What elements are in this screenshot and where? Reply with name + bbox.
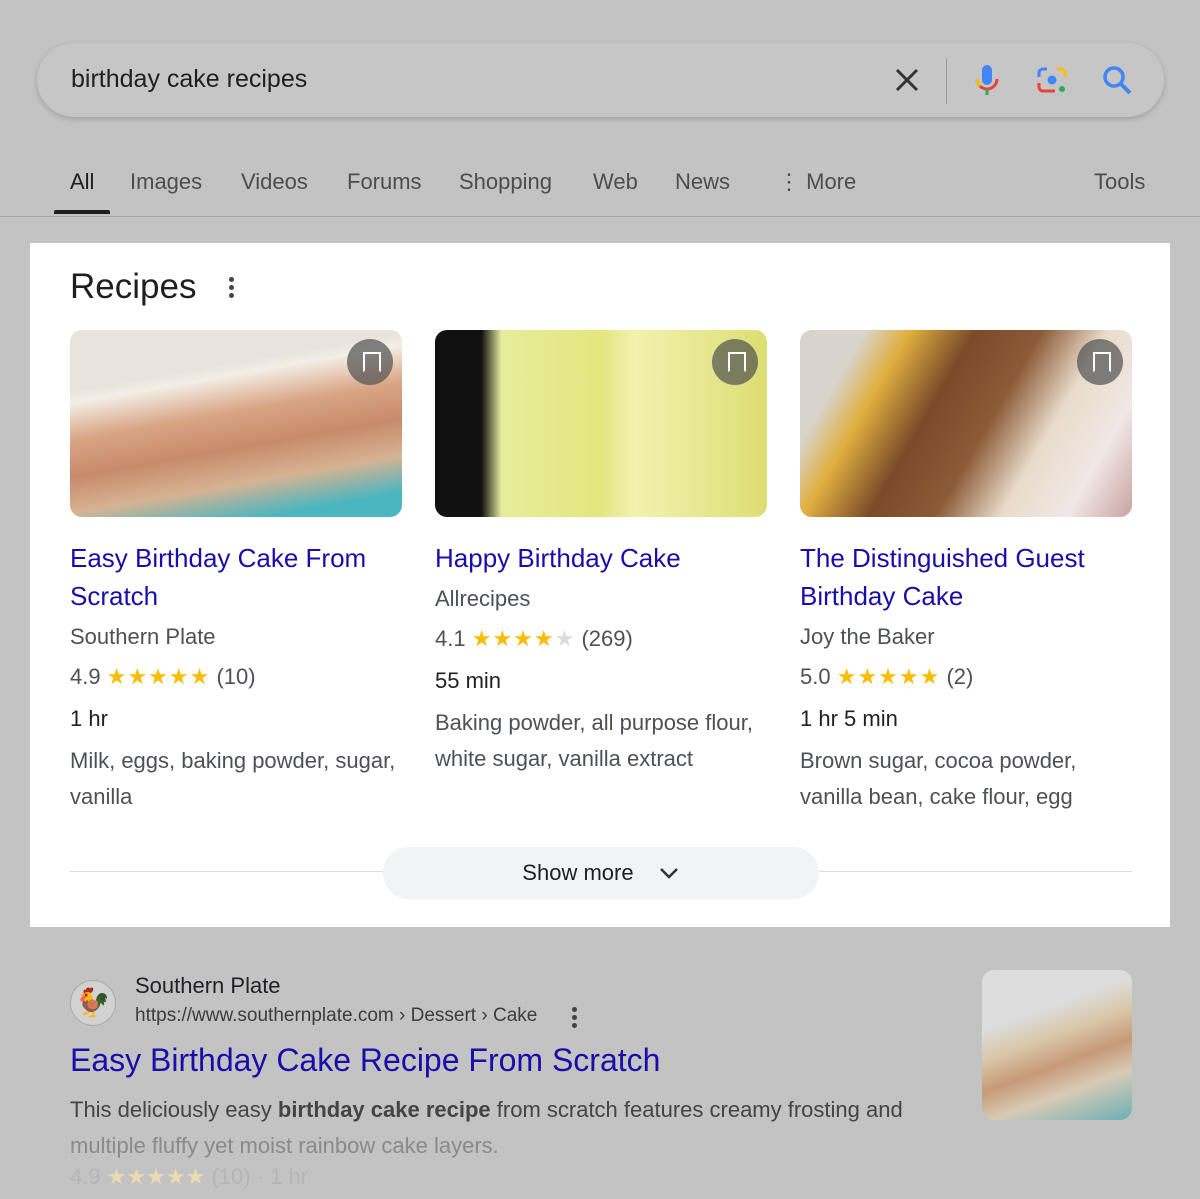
recipe-ingredients: Baking powder, all purpose flour, white … [435, 710, 753, 771]
tab-videos[interactable]: Videos [241, 169, 308, 195]
review-count: (269) [581, 626, 633, 651]
recipe-rating: 5.0 ★★★★★ (2) [800, 661, 1132, 693]
recipe-time: 1 hr 5 min [800, 706, 898, 731]
microphone-icon[interactable] [970, 63, 1004, 97]
result-thumbnail[interactable] [982, 970, 1132, 1120]
recipe-source: Southern Plate [70, 624, 216, 649]
recipe-card[interactable]: Easy Birthday Cake From Scratch Southern… [70, 330, 402, 815]
tab-news[interactable]: News [675, 169, 730, 195]
search-tabs: All Images Videos Forums Shopping Web Ne… [0, 160, 1200, 217]
review-count: (2) [946, 664, 974, 689]
star-rating-icon: ★★★★★ [836, 664, 941, 689]
recipe-card[interactable]: The Distinguished Guest Birthday Cake Jo… [800, 330, 1132, 815]
recipes-heading: Recipes [70, 267, 197, 306]
site-favicon-rooster-icon: 🐓 [70, 980, 116, 1026]
recipe-rating: 4.1 ★★★★★ (269) [435, 623, 767, 655]
chevron-down-icon [659, 868, 678, 879]
rating-value: 5.0 [800, 664, 831, 689]
recipe-source: Joy the Baker [800, 624, 935, 649]
review-count: (10) [216, 664, 256, 689]
bookmark-icon[interactable] [712, 339, 758, 385]
result-title[interactable]: Easy Birthday Cake Recipe From Scratch [70, 1042, 660, 1079]
bookmark-icon[interactable] [347, 339, 393, 385]
recipe-ingredients: Brown sugar, cocoa powder, vanilla bean,… [800, 748, 1077, 809]
recipe-ingredients: Milk, eggs, baking powder, sugar, vanill… [70, 748, 396, 809]
show-more-label: Show more [522, 860, 634, 885]
tab-web[interactable]: Web [593, 169, 638, 195]
more-options-icon[interactable] [227, 277, 235, 299]
search-bar[interactable]: birthday cake recipes [37, 43, 1164, 117]
show-more-button[interactable]: Show more [383, 847, 819, 899]
recipe-time: 55 min [435, 668, 502, 693]
recipe-title[interactable]: Happy Birthday Cake [435, 539, 767, 577]
recipe-image[interactable] [435, 330, 767, 517]
close-icon[interactable] [890, 63, 924, 97]
recipe-image[interactable] [800, 330, 1132, 517]
recipe-time: 1 hr [70, 706, 108, 731]
result-snippet: This deliciously easy birthday cake reci… [70, 1097, 903, 1158]
recipes-panel: Recipes Easy Birthday Cake From Scratch … [30, 243, 1170, 927]
bookmark-icon[interactable] [1077, 339, 1123, 385]
star-rating-icon: ★★★★★ [106, 1164, 206, 1189]
recipe-card[interactable]: Happy Birthday Cake Allrecipes 4.1 ★★★★★… [435, 330, 767, 777]
recipe-rating: 4.9 ★★★★★ (10) [70, 661, 402, 693]
more-options-icon[interactable] [570, 1007, 578, 1029]
tab-forums[interactable]: Forums [347, 169, 422, 195]
recipe-title[interactable]: The Distinguished Guest Birthday Cake [800, 539, 1132, 615]
star-rating-icon: ★★★★★ [106, 664, 211, 689]
tools-button[interactable]: Tools [1094, 169, 1145, 195]
tab-all[interactable]: All [53, 169, 112, 214]
result-rating: 4.9 ★★★★★ (10) · 1 hr [70, 1164, 309, 1189]
divider [946, 58, 947, 104]
more-vert-icon: ⋮ [778, 169, 807, 194]
star-rating-icon: ★★★★★ [471, 626, 576, 651]
result-url[interactable]: https://www.southernplate.com › Dessert … [135, 1005, 537, 1027]
tab-shopping[interactable]: Shopping [459, 169, 552, 195]
tab-more-label: More [806, 169, 857, 194]
lens-camera-icon[interactable] [1035, 63, 1069, 97]
rating-value: 4.9 [70, 664, 101, 689]
recipe-source: Allrecipes [435, 586, 531, 611]
tab-images[interactable]: Images [130, 169, 202, 195]
rating-value: 4.1 [435, 626, 466, 651]
search-input[interactable]: birthday cake recipes [71, 65, 307, 94]
tab-more[interactable]: ⋮ More [778, 169, 856, 195]
search-icon[interactable] [1100, 63, 1134, 97]
recipe-image[interactable] [70, 330, 402, 517]
recipe-title[interactable]: Easy Birthday Cake From Scratch [70, 539, 402, 615]
result-site-name[interactable]: Southern Plate [135, 973, 281, 999]
